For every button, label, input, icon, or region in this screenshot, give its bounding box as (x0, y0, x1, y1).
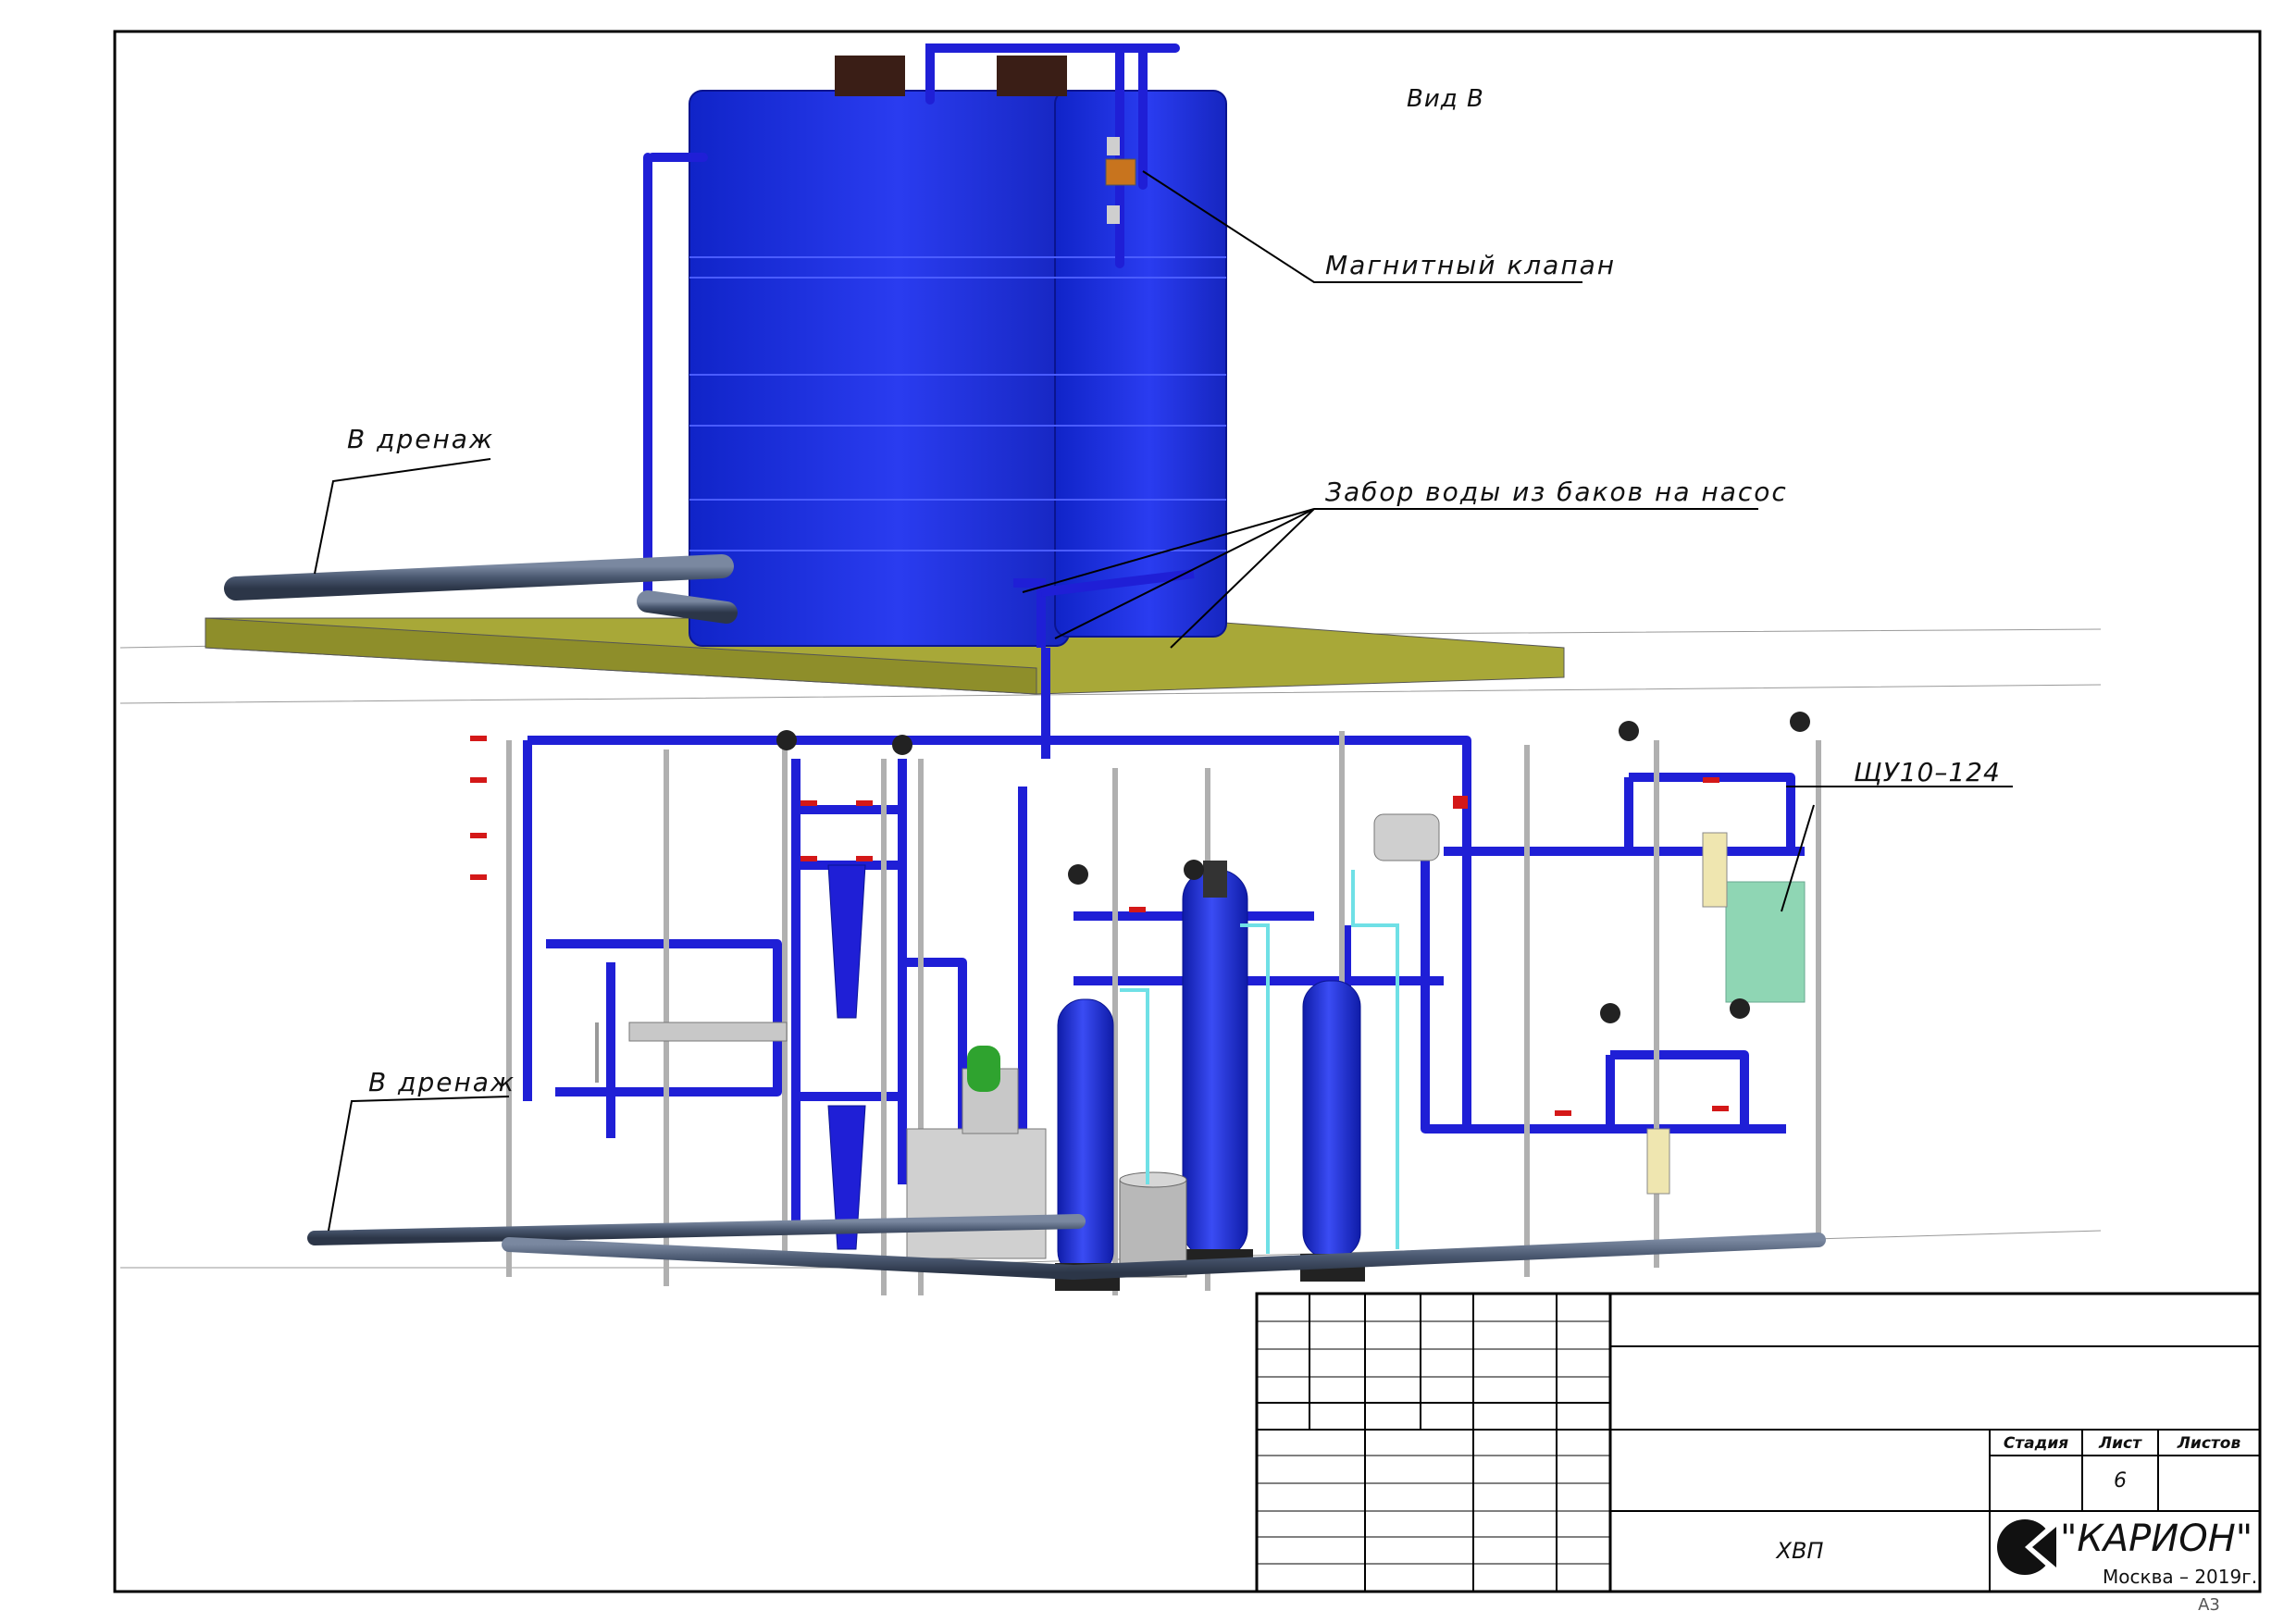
filter-vessel-2 (1182, 861, 1248, 1259)
cartridge-filters (827, 864, 866, 1250)
filter-vessel-1 (1057, 998, 1114, 1278)
callout-drain-top: В дренаж (347, 424, 495, 454)
solenoid-device (1373, 813, 1440, 861)
title-block-city-year: Москва – 2019г. (2103, 1566, 2258, 1588)
view-title: Вид В (1407, 85, 1484, 113)
title-block-sheet-header: Лист (2099, 1434, 2141, 1453)
control-panel-box (1725, 881, 1806, 1003)
callout-water-intake: Забор воды из баков на насос (1325, 477, 1788, 507)
storage-tank-left (689, 56, 1070, 647)
callout-control-panel: ЩУ10–124 (1854, 757, 2001, 787)
callout-magnetic-valve: Магнитный клапан (1325, 250, 1617, 280)
title-block-drawing-name: ХВП (1776, 1538, 1824, 1564)
filter-vessel-3 (1302, 980, 1361, 1259)
system-drawing (113, 30, 2262, 1593)
sheet-format: А3 (2198, 1595, 2220, 1615)
uv-unit (595, 1022, 788, 1083)
title-block-company: "КАРИОН" (2060, 1518, 2253, 1560)
callout-drain-bottom: В дренаж (368, 1067, 516, 1097)
title-block-sheet-value: 6 (2114, 1469, 2127, 1493)
title-block-stage-header: Стадия (2003, 1434, 2069, 1453)
company-logo (1997, 1518, 2058, 1577)
drain-pipe-top (224, 554, 738, 624)
title-block-sheets-header: Листов (2177, 1434, 2241, 1453)
